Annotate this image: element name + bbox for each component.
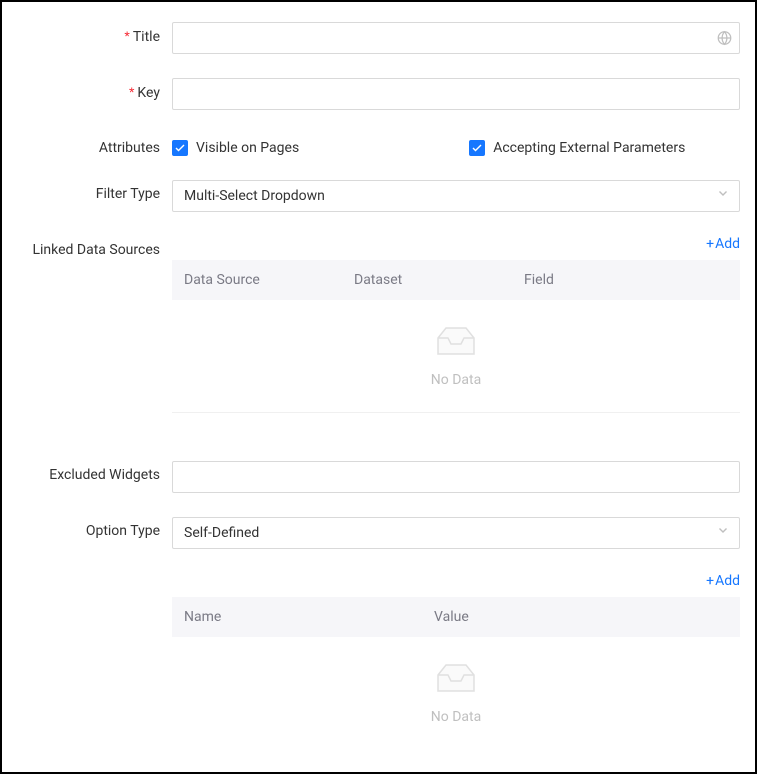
excluded-widgets-label-text: Excluded Widgets (49, 467, 160, 483)
add-option-button[interactable]: +Add (172, 573, 740, 589)
add-label: Add (715, 573, 740, 589)
inbox-empty-icon (432, 324, 480, 364)
required-asterisk: * (129, 84, 134, 100)
linked-data-sources-label: Linked Data Sources (17, 236, 172, 258)
plus-icon: + (706, 237, 714, 251)
excluded-widgets-select[interactable] (172, 461, 740, 493)
option-type-value: Self-Defined (184, 525, 259, 541)
excluded-widgets-row: Excluded Widgets (17, 461, 740, 493)
attributes-row: Attributes Visible on Pages Accepting Ex… (17, 134, 740, 156)
add-label: Add (715, 236, 740, 252)
th-field: Field (524, 272, 728, 288)
th-value: Value (434, 609, 728, 625)
filter-type-value: Multi-Select Dropdown (184, 188, 325, 204)
title-label-text: Title (133, 29, 160, 45)
plus-icon: + (706, 574, 714, 588)
title-input[interactable] (172, 22, 740, 54)
title-row: *Title (17, 22, 740, 54)
key-label-text: Key (137, 85, 160, 101)
required-asterisk: * (124, 28, 129, 44)
option-type-row: Option Type Self-Defined (17, 517, 740, 549)
accepting-external-parameters-label: Accepting External Parameters (493, 140, 685, 156)
filter-type-label: Filter Type (17, 180, 172, 202)
options-table-header: Name Value (172, 597, 740, 637)
filter-type-row: Filter Type Multi-Select Dropdown (17, 180, 740, 212)
filter-type-label-text: Filter Type (96, 186, 160, 202)
th-dataset: Dataset (354, 272, 524, 288)
attributes-label-text: Attributes (99, 140, 160, 156)
chevron-down-icon (717, 188, 729, 204)
linked-data-sources-row: Linked Data Sources +Add Data Source Dat… (17, 236, 740, 437)
option-type-select[interactable]: Self-Defined (172, 517, 740, 549)
visible-on-pages-label: Visible on Pages (196, 140, 299, 156)
title-label: *Title (17, 22, 172, 45)
filter-type-select[interactable]: Multi-Select Dropdown (172, 180, 740, 212)
accepting-external-parameters-checkbox[interactable]: Accepting External Parameters (469, 140, 685, 156)
checkbox-checked-icon (469, 140, 485, 156)
visible-on-pages-checkbox[interactable]: Visible on Pages (172, 140, 299, 156)
th-name: Name (184, 609, 434, 625)
key-input[interactable] (172, 78, 740, 110)
options-empty: No Data (172, 637, 740, 741)
chevron-down-icon (717, 525, 729, 541)
add-linked-data-source-button[interactable]: +Add (172, 236, 740, 252)
option-type-label-text: Option Type (86, 523, 160, 539)
options-label (17, 573, 172, 579)
attributes-label: Attributes (17, 134, 172, 156)
globe-icon[interactable] (717, 31, 732, 46)
excluded-widgets-label: Excluded Widgets (17, 461, 172, 483)
th-data-source: Data Source (184, 272, 354, 288)
checkbox-checked-icon (172, 140, 188, 156)
options-row: +Add Name Value No Data (17, 573, 740, 741)
key-label: *Key (17, 78, 172, 101)
no-data-text: No Data (431, 372, 481, 388)
option-type-label: Option Type (17, 517, 172, 539)
key-row: *Key (17, 78, 740, 110)
linked-data-sources-empty: No Data (172, 300, 740, 404)
no-data-text: No Data (431, 709, 481, 725)
linked-data-sources-label-text: Linked Data Sources (32, 242, 160, 258)
divider (172, 412, 740, 413)
linked-data-sources-table-header: Data Source Dataset Field (172, 260, 740, 300)
inbox-empty-icon (432, 661, 480, 701)
